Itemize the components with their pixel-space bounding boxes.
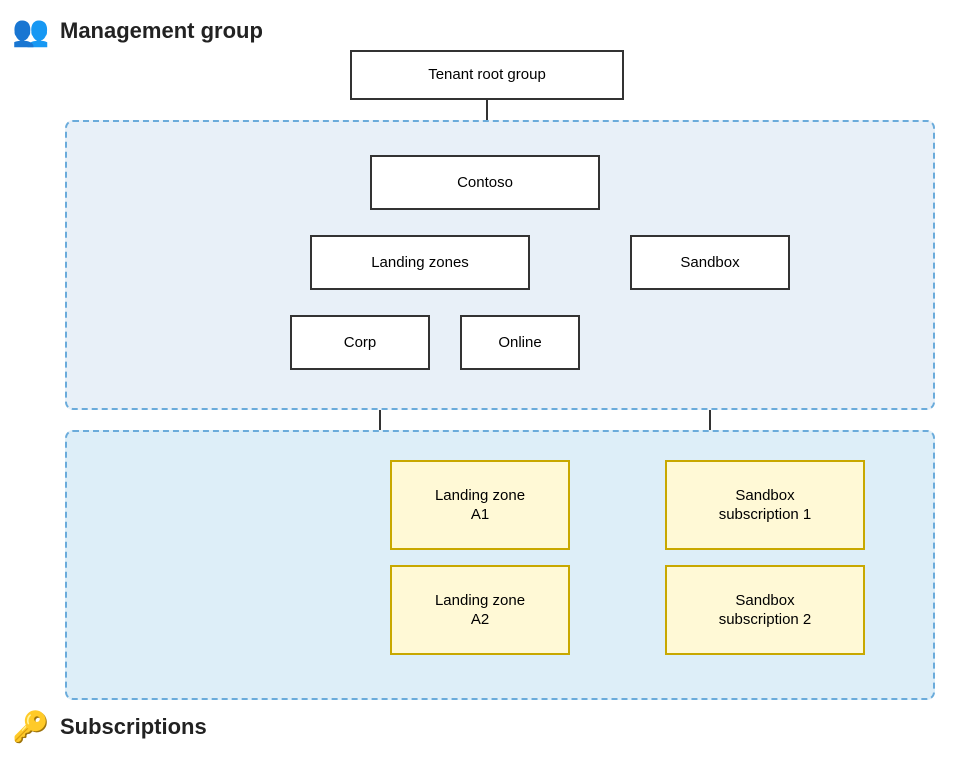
- tenant-root-node: Tenant root group: [350, 50, 624, 100]
- online-node: Online: [460, 315, 580, 370]
- mgmt-label-text: Management group: [60, 18, 263, 44]
- contoso-node: Contoso: [370, 155, 600, 210]
- sandbox-node: Sandbox: [630, 235, 790, 290]
- corp-node: Corp: [290, 315, 430, 370]
- sandbox-sub1-node: Sandbox subscription 1: [665, 460, 865, 550]
- sub-group-label: 🔑 Subscriptions: [10, 706, 207, 748]
- sub-label-text: Subscriptions: [60, 714, 207, 740]
- sandbox-sub2-node: Sandbox subscription 2: [665, 565, 865, 655]
- people-icon: 👥: [10, 10, 52, 52]
- main-container: 👥 Management group 🔑 Subscriptions Tenan…: [0, 0, 974, 758]
- mgmt-group-label: 👥 Management group: [10, 10, 263, 52]
- key-icon: 🔑: [10, 706, 52, 748]
- landing-zones-node: Landing zones: [310, 235, 530, 290]
- landing-zone-a1-node: Landing zone A1: [390, 460, 570, 550]
- landing-zone-a2-node: Landing zone A2: [390, 565, 570, 655]
